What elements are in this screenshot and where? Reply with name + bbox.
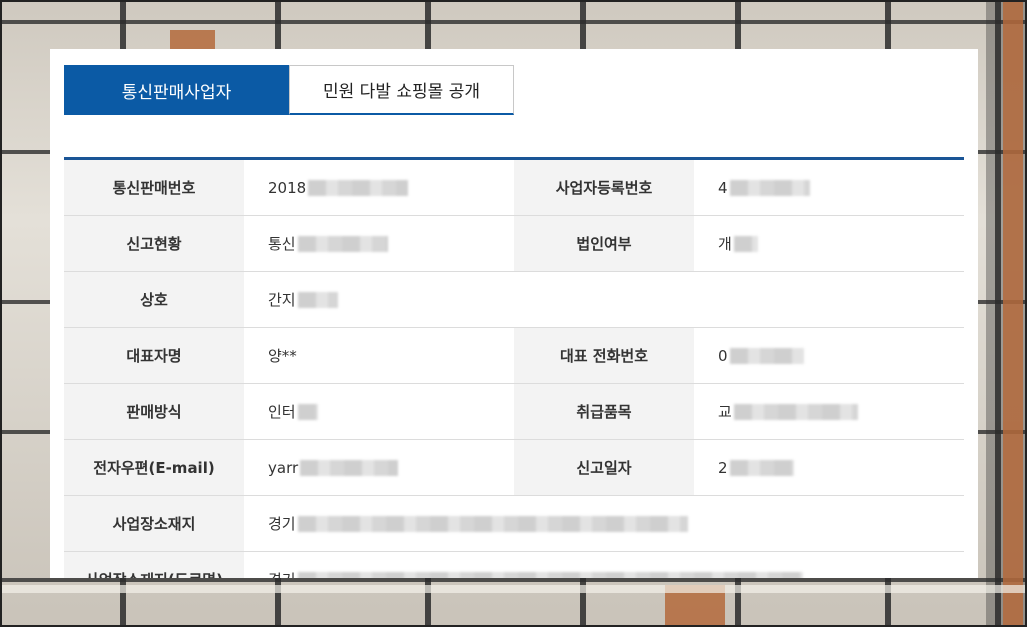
header-cell: 사업장소재지(도로명)	[64, 552, 244, 578]
value-cell: yarr	[244, 440, 514, 495]
header-cell: 사업자등록번호	[514, 160, 694, 215]
value-cell: 양**	[268, 347, 297, 365]
value-cell: 0	[694, 328, 964, 383]
value-cell: 개	[694, 216, 964, 271]
value-cell: 인터	[244, 384, 514, 439]
header-cell: 통신판매번호	[64, 160, 244, 215]
table-row: 전자우편(E-mail) yarr 신고일자 2	[64, 440, 964, 496]
header-cell: 대표자명	[64, 328, 244, 383]
value-cell: 통신	[244, 216, 514, 271]
table-row: 판매방식 인터 취급품목 교	[64, 384, 964, 440]
seller-info-card: 통신판매사업자 민원 다발 쇼핑몰 공개 통신판매번호 2018 사업자등록번호…	[50, 49, 978, 578]
header-cell: 사업장소재지	[64, 496, 244, 551]
value-cell: 2018	[244, 160, 514, 215]
header-cell: 신고현황	[64, 216, 244, 271]
value-cell: 2	[694, 440, 964, 495]
table-row: 신고현황 통신 법인여부 개	[64, 216, 964, 272]
table-row: 사업장소재지(도로명) 경기	[64, 552, 964, 578]
value-cell: 간지	[244, 272, 964, 327]
tab-bar: 통신판매사업자 민원 다발 쇼핑몰 공개	[64, 65, 514, 115]
header-cell: 취급품목	[514, 384, 694, 439]
header-cell: 전자우편(E-mail)	[64, 440, 244, 495]
table-row: 통신판매번호 2018 사업자등록번호 4	[64, 160, 964, 216]
tab-complaint-malls[interactable]: 민원 다발 쇼핑몰 공개	[289, 65, 514, 115]
header-cell: 판매방식	[64, 384, 244, 439]
header-cell: 신고일자	[514, 440, 694, 495]
header-cell: 대표 전화번호	[514, 328, 694, 383]
value-cell: 경기	[244, 552, 964, 578]
seller-info-table: 통신판매번호 2018 사업자등록번호 4 신고현황 통신 법인여부 개 상호 …	[64, 157, 964, 578]
value-cell: 교	[694, 384, 964, 439]
tab-seller[interactable]: 통신판매사업자	[64, 65, 289, 115]
table-row: 대표자명 양** 대표 전화번호 0	[64, 328, 964, 384]
value-cell: 4	[694, 160, 964, 215]
header-cell: 법인여부	[514, 216, 694, 271]
table-row: 상호 간지	[64, 272, 964, 328]
header-cell: 상호	[64, 272, 244, 327]
value-cell: 경기	[244, 496, 964, 551]
table-row: 사업장소재지 경기	[64, 496, 964, 552]
